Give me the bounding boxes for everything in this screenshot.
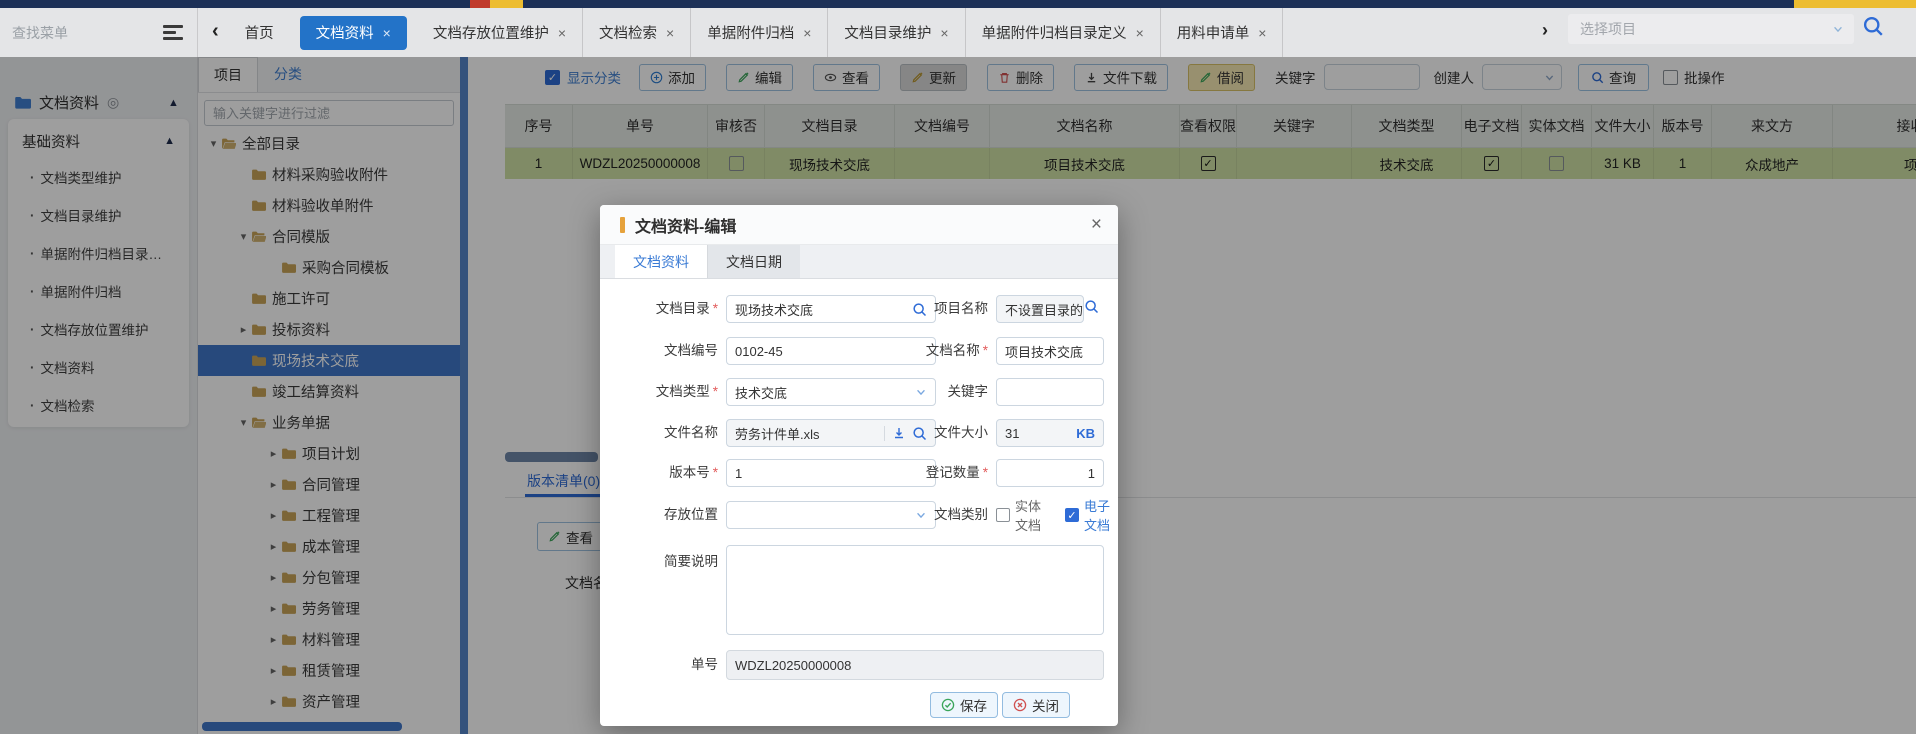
tab-doc-info[interactable]: 文档资料 <box>615 245 707 278</box>
doc-category-label: 文档类别 <box>920 501 988 529</box>
title-accent-bar <box>620 217 625 233</box>
summary-label: 简要说明 <box>625 548 718 576</box>
close-icon[interactable]: × <box>383 25 391 41</box>
collapse-menu-icon[interactable] <box>163 25 183 40</box>
strip-red-segment <box>470 0 490 8</box>
close-icon[interactable]: × <box>940 25 948 41</box>
tabs-scroll-left-icon[interactable]: ‹ <box>212 20 219 43</box>
nav-tab[interactable]: 首页 <box>229 8 290 57</box>
nav-tab[interactable]: 单据附件归档 × <box>691 8 828 57</box>
nav-tab[interactable]: 用料申请单 × <box>1161 8 1284 57</box>
search-icon[interactable] <box>1862 15 1884 37</box>
close-icon[interactable]: × <box>1136 25 1144 41</box>
nav-tab-strip: 首页文档资料×文档存放位置维护×文档检索×单据附件归档×文档目录维护×单据附件归… <box>229 8 1284 57</box>
nav-tab-label: 文档存放位置维护 <box>433 22 549 43</box>
file-size-field[interactable]: 31 KB <box>996 419 1104 447</box>
keyword-field-label: 关键字 <box>920 378 988 406</box>
version-label: 版本号* <box>625 459 718 487</box>
file-size-label: 文件大小 <box>920 419 988 447</box>
strip-yellow-right-segment <box>1794 0 1916 8</box>
electronic-doc-checkbox[interactable]: ✓ <box>1065 508 1079 522</box>
download-icon[interactable] <box>892 426 906 440</box>
doc-no-label: 文档编号 <box>625 337 718 365</box>
nav-tab-label: 文档检索 <box>599 22 657 43</box>
version-field[interactable]: 1 <box>726 459 936 487</box>
nav-tab-label: 文档目录维护 <box>844 22 931 43</box>
storage-location-select[interactable] <box>726 501 936 529</box>
project-name-label: 项目名称 <box>920 295 988 323</box>
tab-doc-dates[interactable]: 文档日期 <box>707 245 800 278</box>
nav-tab-active[interactable]: 文档资料 × <box>300 16 407 50</box>
project-select[interactable]: 选择项目 <box>1568 14 1854 44</box>
menu-search-input[interactable] <box>12 25 142 41</box>
nav-tab[interactable]: 文档检索 × <box>583 8 691 57</box>
electronic-doc-option[interactable]: ✓电子文档 <box>1065 496 1118 534</box>
doc-name-field[interactable]: 项目技术交底 <box>996 337 1104 365</box>
storage-location-label: 存放位置 <box>625 501 718 529</box>
doc-type-select[interactable]: 技术交底 <box>726 378 936 406</box>
dialog-tab-bar: 文档资料 文档日期 <box>600 245 1118 279</box>
file-size-unit: KB <box>1076 426 1095 441</box>
close-icon[interactable]: × <box>1258 25 1266 41</box>
physical-doc-option[interactable]: 实体文档 <box>996 496 1049 534</box>
close-button-label: 关闭 <box>1032 695 1059 715</box>
top-brand-strip <box>0 0 1916 8</box>
close-icon[interactable]: × <box>803 25 811 41</box>
nav-tab[interactable]: 文档存放位置维护 × <box>417 8 583 57</box>
nav-tab[interactable]: 文档目录维护 × <box>828 8 965 57</box>
close-icon[interactable]: × <box>558 25 566 41</box>
register-count-label: 登记数量* <box>920 459 988 487</box>
order-no-field: WDZL20250000008 <box>726 650 1104 680</box>
nav-tab-label: 单据附件归档 <box>707 22 794 43</box>
file-name-label: 文件名称 <box>625 419 718 447</box>
doc-name-label: 文档名称* <box>920 337 988 365</box>
search-icon[interactable] <box>1084 299 1099 314</box>
summary-textarea[interactable] <box>726 545 1104 635</box>
nav-left-section <box>0 8 198 57</box>
doc-category-group: 实体文档 ✓电子文档 <box>996 501 1118 529</box>
chevron-down-icon[interactable] <box>1832 23 1844 35</box>
close-icon[interactable]: × <box>666 25 674 41</box>
nav-tab-label: 首页 <box>245 22 274 43</box>
nav-tab-label: 文档资料 <box>316 22 374 43</box>
dialog-header: 文档资料-编辑 <box>600 205 1118 245</box>
check-circle-icon <box>941 698 955 712</box>
nav-tab-label: 用料申请单 <box>1177 22 1250 43</box>
tabs-scroll-right-icon[interactable]: › <box>1542 20 1548 41</box>
doc-catalog-field[interactable]: 现场技术交底 <box>726 295 936 323</box>
file-name-field[interactable]: 劳务计件单.xls <box>726 419 936 447</box>
strip-yellow-segment <box>490 0 523 8</box>
x-circle-icon <box>1013 698 1027 712</box>
close-icon[interactable]: × <box>1091 214 1102 236</box>
doc-type-label: 文档类型* <box>625 378 718 406</box>
nav-tab-label: 单据附件归档目录定义 <box>982 22 1127 43</box>
save-button-label: 保存 <box>960 695 987 715</box>
edit-document-dialog: 文档资料-编辑 × 文档资料 文档日期 文档目录* 现场技术交底 项目名称 不设… <box>600 205 1118 726</box>
doc-no-field[interactable]: 0102-45 <box>726 337 936 365</box>
physical-doc-checkbox[interactable] <box>996 508 1010 522</box>
dialog-close-button[interactable]: 关闭 <box>1002 692 1070 718</box>
doc-catalog-label: 文档目录* <box>625 295 718 323</box>
keyword-field[interactable] <box>996 378 1104 406</box>
order-no-label: 单号 <box>625 651 718 679</box>
dialog-title: 文档资料-编辑 <box>635 213 736 237</box>
save-button[interactable]: 保存 <box>930 692 998 718</box>
register-count-field[interactable]: 1 <box>996 459 1104 487</box>
nav-tab[interactable]: 单据附件归档目录定义 × <box>966 8 1161 57</box>
project-name-field[interactable]: 不设置目录的项目 <box>996 295 1084 323</box>
